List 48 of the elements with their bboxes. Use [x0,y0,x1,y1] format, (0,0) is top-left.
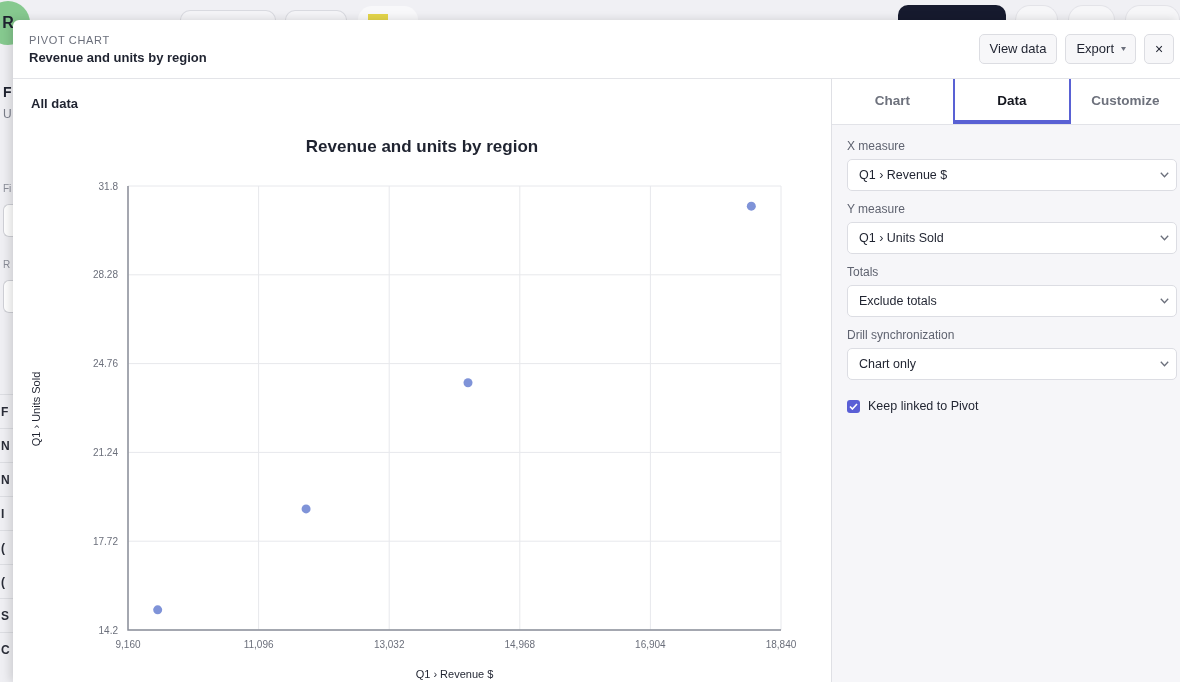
dialog-title: Revenue and units by region [29,48,207,66]
x-axis-title: Q1 › Revenue $ [415,668,494,680]
checkbox[interactable] [847,399,860,413]
axis-tick-label: 17.72 [92,535,118,547]
field-label: Fi [2,182,13,196]
field-label: Y measure [847,202,906,216]
toolbar-icon-button[interactable] [1068,5,1115,20]
field-label: Drill synchronization [847,328,956,342]
dialog-kicker: PIVOT CHART [29,32,111,47]
axis-tick-label: 16,904 [635,639,666,650]
chevron-down-icon [1160,298,1169,304]
dropdown[interactable]: Q1 › Units Sold [847,222,1177,254]
field-label: X measure [847,139,907,153]
checkbox-label: Keep linked to Pivot [868,398,979,415]
axis-tick-label: 9,160 [115,639,141,650]
axis-tick-label: 13,032 [373,639,405,650]
caret-icon [1121,47,1126,51]
dropdown[interactable]: Chart only [847,348,1177,380]
y-axis-title: Q1 › Units Sold [30,371,42,447]
tab[interactable]: Customize [1071,79,1180,124]
axis-tick-label: 11,096 [243,639,274,650]
axis-tick-label: 14.2 [98,624,118,636]
view-data-button[interactable]: View data [978,34,1058,64]
tab[interactable]: Data [953,79,1071,124]
field-label: Totals [847,265,880,279]
panel-title: F [2,83,13,102]
chevron-down-icon [1160,361,1169,367]
chevron-down-icon [1160,172,1169,178]
tab[interactable]: Chart [832,79,953,124]
export-menu-button[interactable]: Export [1065,34,1136,64]
chart-title: Revenue and units by region [305,137,539,156]
chevron-down-icon [1160,235,1169,241]
dropdown[interactable]: Q1 › Revenue $ [847,159,1177,191]
toolbar-icon-button[interactable] [1015,5,1058,20]
axis-tick-label: 24.76 [92,358,118,370]
axis-tick-label: 31.8 [98,180,118,192]
scope-label: All data [31,95,78,114]
panel-subtitle: U [2,106,13,122]
field-label: R [2,258,12,272]
axis-tick-label: 28.28 [92,269,118,281]
dropdown[interactable]: Exclude totals [847,285,1177,317]
axis-tick-label: 21.24 [92,446,118,458]
toolbar-icon-button[interactable] [1125,5,1180,20]
toolbar-button[interactable] [898,5,1006,20]
swatch-icon [368,14,388,20]
close-button[interactable]: × [1144,34,1174,64]
axis-tick-label: 14,968 [504,639,536,650]
axis-tick-label: 18,840 [765,639,797,650]
